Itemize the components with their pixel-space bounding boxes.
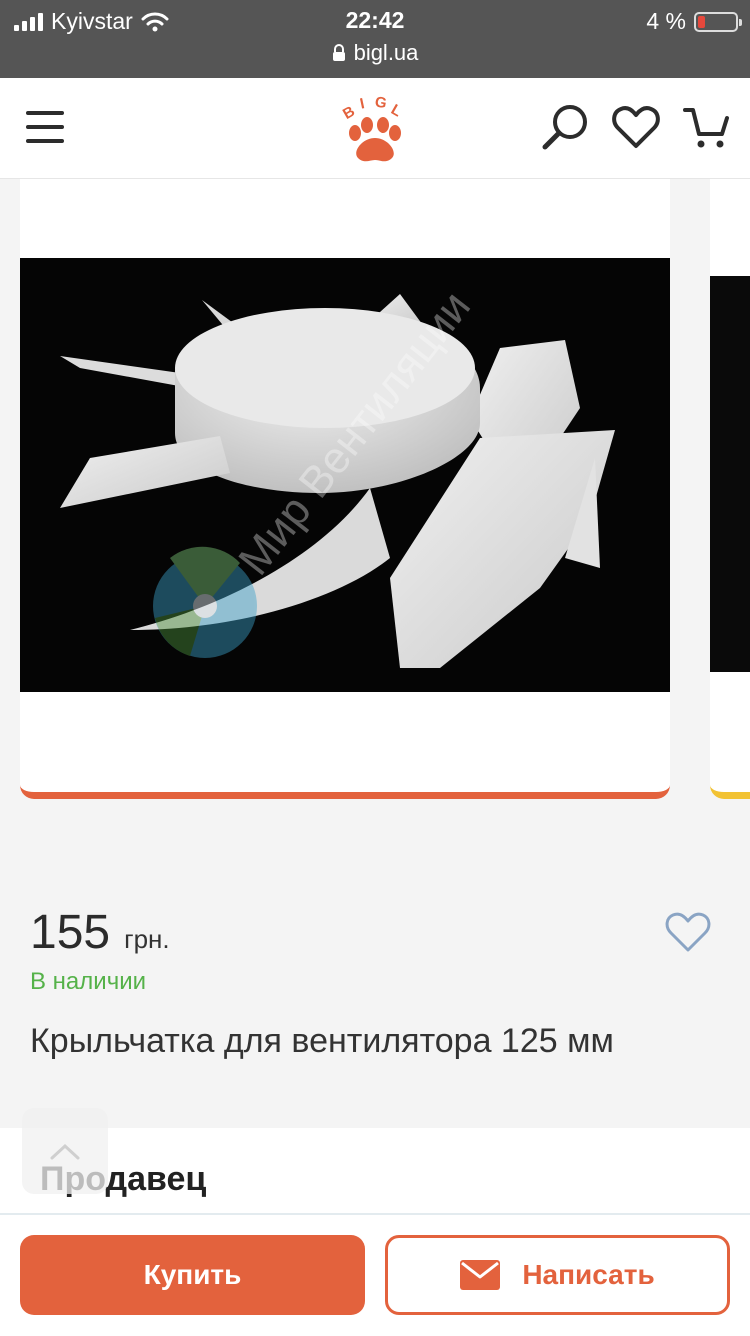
price-value: 155 [30,906,111,959]
svg-text:L: L [388,101,404,120]
battery-percent: 4 % [646,8,686,34]
write-button-label: Написать [522,1259,655,1290]
lock-icon [332,44,345,61]
bottom-action-bar: Купить Написать [0,1213,750,1336]
battery-icon [694,11,742,32]
stock-status: В наличии [30,968,147,995]
price-currency: грн. [124,924,170,954]
search-icon[interactable] [540,102,592,154]
product-image[interactable]: Мир Вентиляции [20,258,670,692]
write-button[interactable]: Написать [385,1235,730,1315]
buy-button[interactable]: Купить [20,1235,365,1315]
next-product-image[interactable] [710,276,750,672]
clock: 22:42 [345,7,405,33]
favorite-heart-icon[interactable] [664,910,712,956]
product-title: Крыльчатка для вентилятора 125 мм [30,1022,614,1060]
svg-text:B: B [340,103,358,123]
cart-icon[interactable] [682,102,734,154]
url-text: bigl.ua [353,40,419,65]
scroll-to-top-button[interactable] [22,1108,108,1194]
seller-section: Продавец [0,1128,750,1218]
gallery-slide-next[interactable] [710,179,750,799]
svg-text:G: G [373,93,387,112]
svg-text:I: I [358,95,366,112]
site-header: B I G L [0,78,750,179]
heart-icon[interactable] [610,102,662,154]
bigl-logo[interactable]: B I G L [330,88,420,168]
envelope-icon [460,1260,501,1290]
price-row: 155 грн. [30,905,170,960]
address-bar[interactable]: bigl.ua [0,40,750,66]
chevron-up-icon [50,1143,80,1160]
battery-group: 4 % [646,8,742,35]
menu-icon[interactable] [26,111,64,143]
gallery-slide-active[interactable]: Мир Вентиляции [20,179,670,799]
buy-button-label: Купить [143,1259,242,1290]
product-gallery[interactable]: Мир Вентиляции [0,179,750,804]
status-bar: Kyivstar 22:42 4 % bigl.ua [0,0,750,78]
